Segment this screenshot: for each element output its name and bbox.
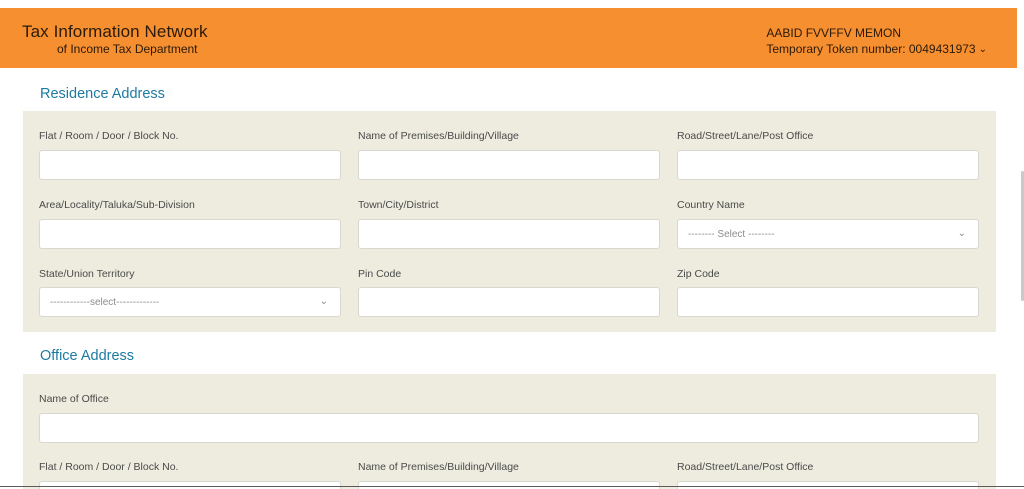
pin-label: Pin Code [358, 268, 402, 280]
state-label: State/Union Territory [39, 268, 135, 280]
residence-address-heading: Residence Address [40, 86, 165, 102]
chevron-down-icon: ⌄ [957, 228, 966, 239]
window-bottom-edge [0, 486, 1024, 487]
office-flat-field: Flat / Room / Door / Block No. [39, 461, 341, 489]
office-road-label: Road/Street/Lane/Post Office [677, 461, 814, 473]
brand-title: Tax Information Network [22, 22, 208, 41]
premises-field: Name of Premises/Building/Village [358, 130, 660, 180]
country-select-value: -------- Select -------- [688, 229, 775, 240]
office-address-panel: Name of Office Flat / Room / Door / Bloc… [23, 374, 996, 489]
road-label: Road/Street/Lane/Post Office [677, 130, 814, 142]
office-road-field: Road/Street/Lane/Post Office [677, 461, 979, 489]
office-flat-label: Flat / Room / Door / Block No. [39, 461, 179, 473]
flat-field: Flat / Room / Door / Block No. [39, 130, 341, 180]
office-flat-input[interactable] [39, 481, 341, 489]
token-number: Temporary Token number: 0049431973 [766, 42, 976, 56]
office-premises-input[interactable] [358, 481, 660, 489]
residence-address-panel: Flat / Room / Door / Block No. Name of P… [23, 111, 996, 332]
zip-field: Zip Code [677, 268, 979, 317]
office-address-heading: Office Address [40, 348, 135, 364]
chevron-down-icon: ⌄ [319, 296, 328, 307]
area-label: Area/Locality/Taluka/Sub-Division [39, 199, 195, 211]
user-menu[interactable]: AABID FVVFFV MEMON Temporary Token numbe… [766, 25, 987, 59]
office-name-input[interactable] [39, 413, 979, 443]
town-label: Town/City/District [358, 199, 439, 211]
office-name-field: Name of Office [39, 393, 979, 443]
town-field: Town/City/District [358, 199, 660, 249]
state-select-value: ------------select------------- [50, 297, 160, 308]
road-input[interactable] [677, 150, 979, 180]
zip-label: Zip Code [677, 268, 720, 280]
zip-input[interactable] [677, 287, 979, 317]
user-name: AABID FVVFFV MEMON [766, 26, 902, 40]
chevron-down-icon[interactable]: ⌄ [979, 42, 987, 58]
premises-input[interactable] [358, 150, 660, 180]
office-premises-label: Name of Premises/Building/Village [358, 461, 519, 473]
brand[interactable]: Tax Information Network of Income Tax De… [22, 22, 208, 56]
flat-input[interactable] [39, 150, 341, 180]
brand-subtitle: of Income Tax Department [57, 42, 198, 56]
app-header: Tax Information Network of Income Tax De… [0, 8, 1017, 68]
road-field: Road/Street/Lane/Post Office [677, 130, 979, 180]
office-road-input[interactable] [677, 481, 979, 489]
area-input[interactable] [39, 219, 341, 249]
country-label: Country Name [677, 199, 745, 211]
state-select[interactable]: ------------select------------- ⌄ [39, 287, 341, 317]
pin-field: Pin Code [358, 268, 660, 317]
country-field: Country Name -------- Select -------- ⌄ [677, 199, 979, 249]
flat-label: Flat / Room / Door / Block No. [39, 130, 179, 142]
office-premises-field: Name of Premises/Building/Village [358, 461, 660, 489]
town-input[interactable] [358, 219, 660, 249]
pin-input[interactable] [358, 287, 660, 317]
area-field: Area/Locality/Taluka/Sub-Division [39, 199, 341, 249]
premises-label: Name of Premises/Building/Village [358, 130, 519, 142]
country-select[interactable]: -------- Select -------- ⌄ [677, 219, 979, 249]
office-name-label: Name of Office [39, 393, 109, 405]
state-field: State/Union Territory ------------select… [39, 268, 341, 317]
page: Tax Information Network of Income Tax De… [0, 0, 1024, 489]
